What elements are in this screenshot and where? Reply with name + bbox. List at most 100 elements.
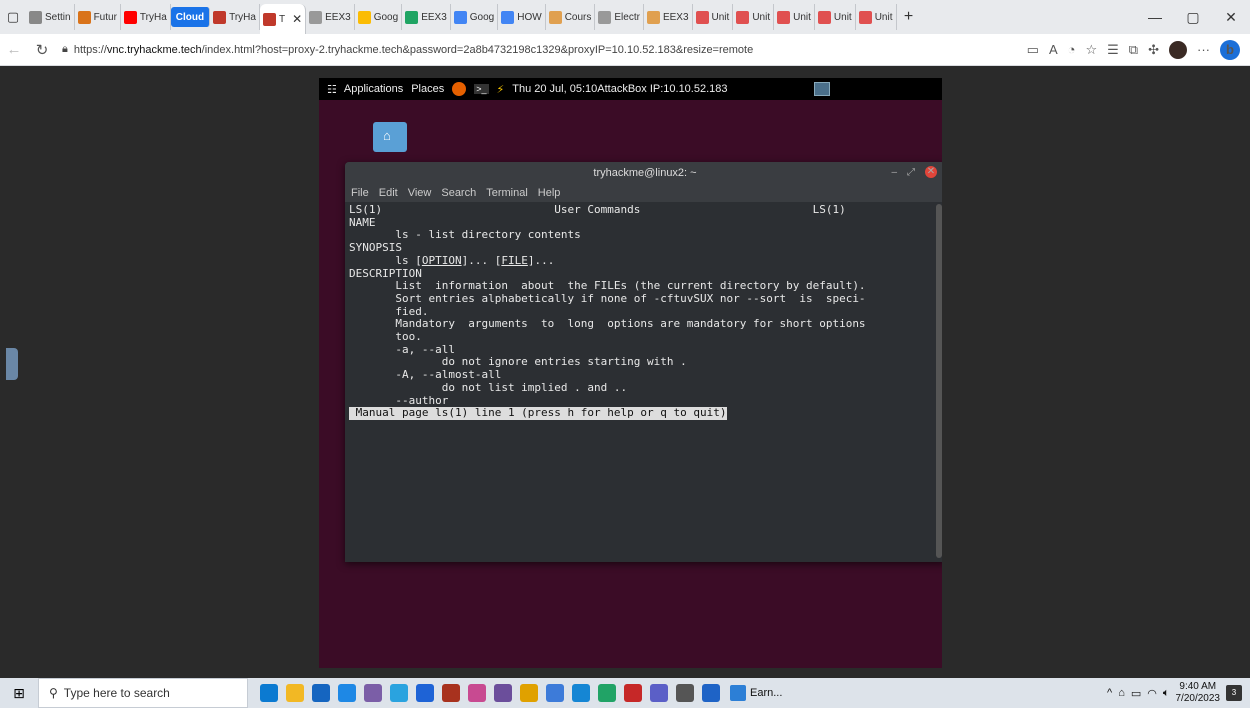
tray-chevron-icon[interactable]: ^ — [1107, 687, 1112, 699]
browser-tab[interactable]: Goog — [355, 4, 403, 30]
terminal-line: ls [OPTION]... [FILE]... — [349, 253, 555, 267]
places-menu[interactable]: Places — [411, 83, 444, 95]
browser-tab[interactable]: EEX3 — [402, 4, 451, 30]
terminal-close-icon[interactable]: ✕ — [925, 166, 937, 178]
tab-label: TryHa — [139, 11, 167, 23]
terminal-window[interactable]: tryhackme@linux2: ~ – ⤢ ✕ File Edit View Se… — [345, 162, 942, 562]
taskbar-app-icon[interactable] — [624, 684, 642, 702]
home-folder-icon[interactable] — [373, 122, 407, 152]
taskbar-app-icon[interactable] — [520, 684, 538, 702]
tab-favicon-icon — [453, 10, 467, 24]
taskbar-app-icon[interactable] — [676, 684, 694, 702]
terminal-maximize-icon[interactable]: ⤢ — [907, 167, 915, 178]
tray-volume-icon[interactable]: 🔈︎ — [1163, 687, 1170, 700]
browser-tab[interactable]: EEX3 — [306, 4, 355, 30]
browser-tab[interactable]: TryHa — [210, 4, 260, 30]
tab-actions-icon[interactable]: ▢ — [0, 5, 26, 29]
browser-tab[interactable]: Cloud — [170, 7, 211, 27]
tab-favicon-icon — [736, 10, 750, 24]
lock-icon: 🔒︎ — [62, 43, 68, 55]
taskbar-app-icon[interactable] — [650, 684, 668, 702]
windows-taskbar: ⊞ ⚲ Type here to search Earn... ^ ⌂ ▭ ◠ … — [0, 678, 1250, 708]
url-field[interactable]: 🔒︎ https://vnc.tryhackme.tech/index.html… — [56, 43, 816, 56]
taskbar-app-icon[interactable] — [260, 684, 278, 702]
taskbar-clock[interactable]: 9:40 AM 7/20/2023 — [1176, 681, 1221, 705]
more-menu-icon[interactable]: ··· — [1197, 42, 1210, 57]
tracking-icon[interactable]: ◔ — [1068, 42, 1076, 57]
terminal-menu-item[interactable]: Help — [538, 187, 561, 199]
browser-tab[interactable]: Unit — [815, 4, 856, 30]
browser-tab[interactable]: Cours — [546, 4, 596, 30]
tab-label: Electr — [614, 11, 640, 23]
browser-tab[interactable]: Unit — [856, 4, 897, 30]
taskbar-app-icon[interactable] — [416, 684, 434, 702]
taskbar-app-icon[interactable] — [390, 684, 408, 702]
tab-label: Goog — [469, 11, 495, 23]
read-aloud-icon[interactable]: A — [1049, 42, 1058, 57]
back-icon[interactable]: ← — [0, 41, 28, 58]
extensions-icon[interactable]: ✣ — [1148, 42, 1159, 58]
terminal-launcher-icon[interactable]: >_ — [474, 84, 489, 94]
tray-network-icon[interactable]: ⌂ — [1118, 687, 1125, 699]
terminal-minimize-icon[interactable]: – — [891, 167, 897, 178]
vnc-sidebar-handle[interactable] — [6, 348, 18, 380]
browser-tab[interactable]: TryHa — [121, 4, 171, 30]
browser-tab[interactable]: Electr — [595, 4, 644, 30]
taskbar-search[interactable]: ⚲ Type here to search — [38, 678, 248, 708]
terminal-menu-item[interactable]: Terminal — [486, 187, 528, 199]
tab-close-icon[interactable]: ✕ — [292, 12, 302, 26]
browser-tab[interactable]: Unit — [733, 4, 775, 30]
applications-menu[interactable]: Applications — [344, 83, 403, 95]
favorites-icon[interactable]: ☰ — [1107, 42, 1119, 58]
earn-widget[interactable]: Earn... — [730, 685, 782, 701]
favorite-star-icon[interactable]: ☆ — [1085, 42, 1097, 58]
terminal-window-button[interactable] — [813, 82, 830, 96]
taskbar-app-icon[interactable] — [442, 684, 460, 702]
browser-tab[interactable]: Unit — [774, 4, 815, 30]
taskbar-app-icon[interactable] — [364, 684, 382, 702]
minimize-icon[interactable]: — — [1136, 9, 1174, 26]
refresh-icon[interactable]: ↻ — [28, 41, 56, 59]
notification-icon[interactable]: 3 — [1226, 685, 1242, 701]
browser-tab[interactable]: EEX3 — [644, 4, 693, 30]
browser-tab[interactable]: Goog — [451, 4, 499, 30]
tray-wifi-icon[interactable]: ◠ — [1147, 687, 1157, 700]
tray-battery-icon[interactable]: ▭ — [1131, 687, 1141, 700]
taskbar-app-icon[interactable] — [312, 684, 330, 702]
terminal-menu-item[interactable]: File — [351, 187, 369, 199]
taskbar-app-icon[interactable] — [702, 684, 720, 702]
terminal-titlebar[interactable]: tryhackme@linux2: ~ – ⤢ ✕ — [345, 162, 942, 184]
vnc-desktop[interactable]: ☷ Applications Places >_ ⚡ Thu 20 Jul, 0… — [319, 78, 942, 668]
profile-avatar[interactable] — [1169, 40, 1187, 59]
bolt-icon[interactable]: ⚡ — [497, 83, 505, 96]
terminal-menu-item[interactable]: View — [408, 187, 432, 199]
taskbar-app-icon[interactable] — [494, 684, 512, 702]
taskbar-app-icon[interactable] — [338, 684, 356, 702]
applications-grid-icon[interactable]: ☷ — [327, 83, 337, 96]
taskbar-app-icon[interactable] — [468, 684, 486, 702]
collections-icon[interactable]: ⧉ — [1129, 42, 1138, 58]
taskbar-app-icon[interactable] — [286, 684, 304, 702]
new-tab-button[interactable]: + — [897, 8, 921, 26]
firefox-icon[interactable] — [452, 82, 467, 96]
terminal-menu-item[interactable]: Edit — [379, 187, 398, 199]
browser-tab[interactable]: Unit — [693, 4, 734, 30]
reader-icon[interactable]: ▭ — [1027, 42, 1039, 58]
terminal-menu-item[interactable]: Search — [441, 187, 476, 199]
restore-icon[interactable]: ▢ — [1174, 9, 1212, 26]
tab-label: Cloud — [175, 11, 205, 23]
taskbar-app-icon[interactable] — [546, 684, 564, 702]
taskbar-app-icon[interactable] — [572, 684, 590, 702]
browser-tab[interactable]: HOW — [498, 4, 546, 30]
bing-icon[interactable]: b — [1220, 39, 1240, 60]
browser-tab[interactable]: Settin — [26, 4, 75, 30]
close-window-icon[interactable]: ✕ — [1212, 9, 1250, 26]
terminal-output[interactable]: LS(1) User Commands LS(1) NAME ls - list … — [345, 202, 933, 562]
tab-label: Cours — [564, 11, 592, 23]
windows-start-icon[interactable]: ⊞ — [0, 685, 38, 702]
browser-tab[interactable]: T ✕ — [259, 4, 307, 34]
taskbar-app-icon[interactable] — [598, 684, 616, 702]
tab-label: Unit — [874, 11, 893, 23]
terminal-scrollbar[interactable] — [936, 204, 942, 558]
browser-tab[interactable]: Futur — [75, 4, 121, 30]
